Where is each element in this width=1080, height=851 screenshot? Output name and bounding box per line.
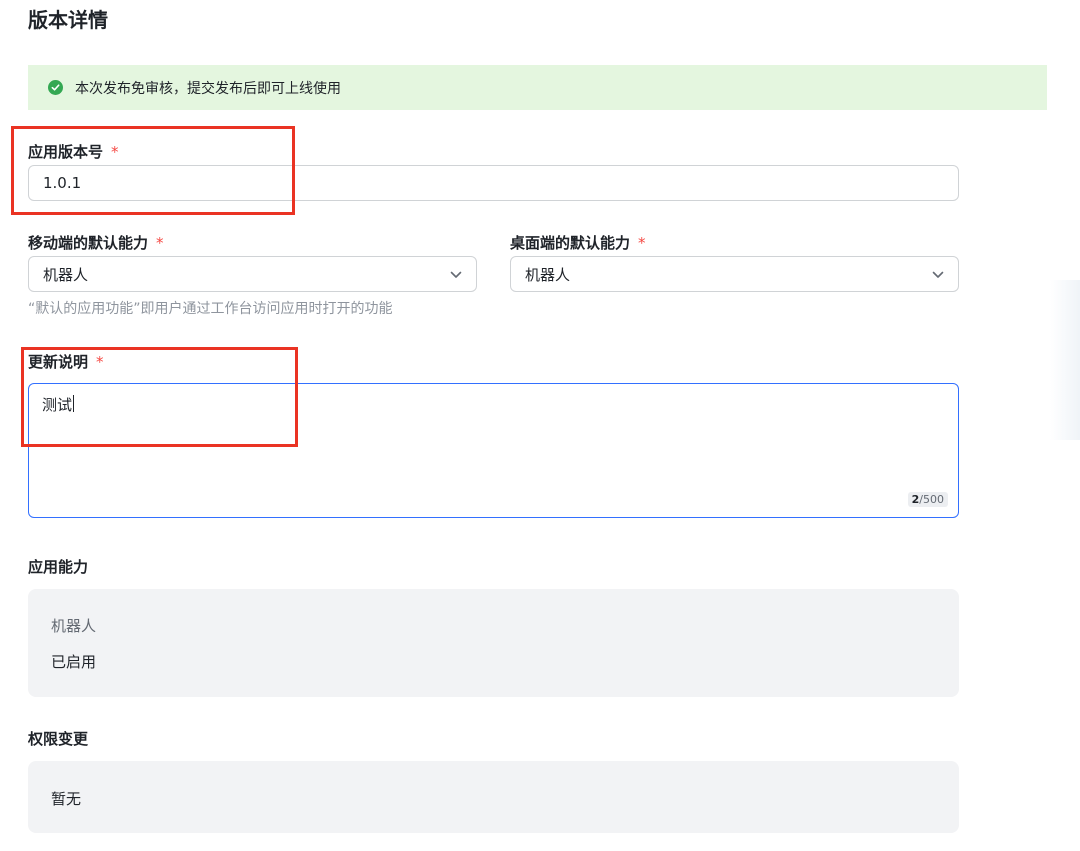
annotation-highlight-release-notes <box>21 347 298 447</box>
check-circle-icon <box>48 80 63 95</box>
desktop-default-select[interactable]: 机器人 <box>510 256 959 292</box>
notice-text: 本次发布免审核，提交发布后即可上线使用 <box>75 80 341 97</box>
chevron-down-icon <box>450 265 462 283</box>
mobile-default-label-text: 移动端的默认能力 <box>28 234 149 252</box>
edge-shadow <box>1050 280 1080 440</box>
version-details-page: 版本详情 本次发布免审核，提交发布后即可上线使用 应用版本号 * 1.0.1 移动… <box>0 0 1080 851</box>
annotation-highlight-version <box>11 126 295 215</box>
notice-banner: 本次发布免审核，提交发布后即可上线使用 <box>28 65 1047 110</box>
capability-name: 机器人 <box>51 617 97 635</box>
default-capability-hint: “默认的应用功能”即用户通过工作台访问应用时打开的功能 <box>28 301 393 317</box>
page-title: 版本详情 <box>28 8 108 32</box>
capability-status: 已启用 <box>51 653 97 671</box>
permission-changes-box: 暂无 <box>28 761 959 833</box>
desktop-default-label-text: 桌面端的默认能力 <box>510 234 631 252</box>
character-max: /500 <box>919 493 944 506</box>
mobile-default-label: 移动端的默认能力 * <box>28 233 164 253</box>
app-capability-box: 机器人 已启用 <box>28 589 959 697</box>
permission-changes-value: 暂无 <box>51 790 82 808</box>
character-counter: 2/500 <box>907 492 948 507</box>
mobile-default-value: 机器人 <box>43 265 89 284</box>
app-capability-label: 应用能力 <box>28 558 89 576</box>
chevron-down-icon <box>932 265 944 283</box>
mobile-default-select[interactable]: 机器人 <box>28 256 477 292</box>
required-mark: * <box>638 234 646 252</box>
required-mark: * <box>156 234 164 252</box>
desktop-default-label: 桌面端的默认能力 * <box>510 233 646 253</box>
desktop-default-value: 机器人 <box>525 265 571 284</box>
permission-changes-label: 权限变更 <box>28 730 89 748</box>
